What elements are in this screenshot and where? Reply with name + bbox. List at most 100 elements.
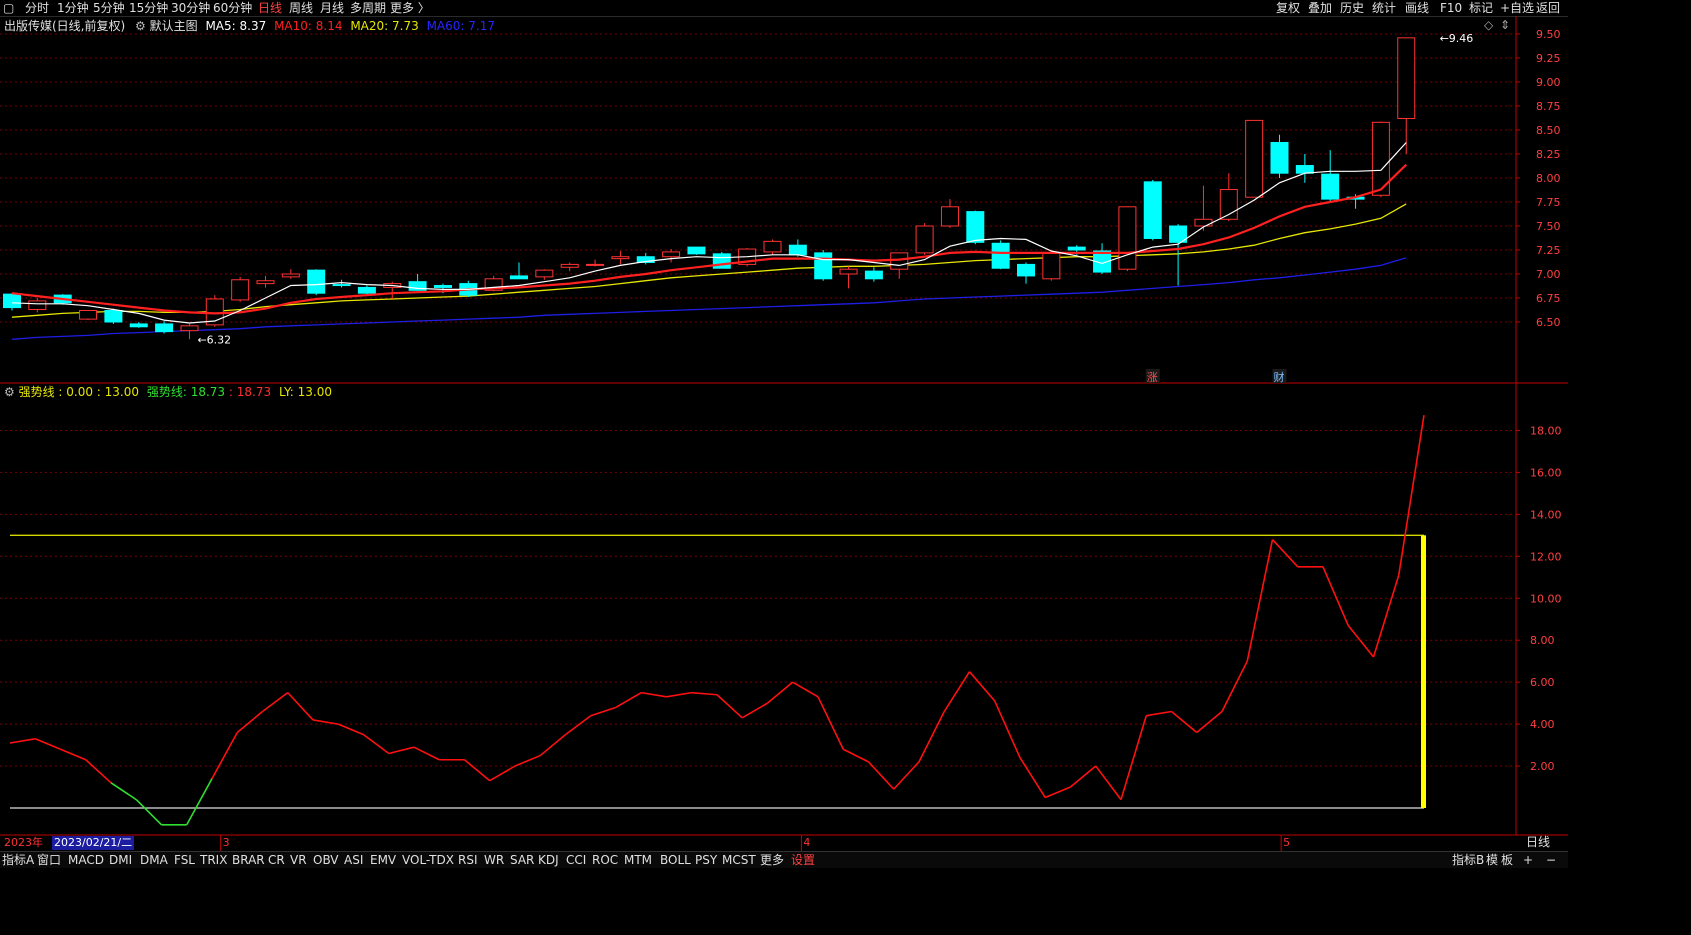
strength-seg-41 xyxy=(1044,786,1071,799)
strength-seg-52 xyxy=(1322,566,1349,626)
candle-body-47 xyxy=(1194,218,1213,227)
main-tick-label-0: 6.50 xyxy=(1536,316,1561,329)
month-label-0: 3 xyxy=(222,836,230,849)
indicator-tab-22[interactable]: PSY xyxy=(695,852,717,868)
indicator-tab-17[interactable]: KDJ xyxy=(538,852,559,868)
main-tick-label-1: 6.75 xyxy=(1536,292,1561,305)
board-tab[interactable]: 板 xyxy=(1501,852,1513,868)
indicator-tab-19[interactable]: ROC xyxy=(592,852,618,868)
indicator-b-tab[interactable]: 指标B xyxy=(1452,852,1484,868)
strength-seg-24 xyxy=(615,691,642,709)
kline-chart[interactable]: 6.50 6.75 7.00 7.25 7.50 7.75 8.00 8.25 8.50 8.75… xyxy=(0,0,1568,851)
strength-seg-15 xyxy=(388,746,415,755)
indicator-tab-1[interactable]: 窗口 xyxy=(37,852,61,868)
main-tick-label-10: 9.00 xyxy=(1536,76,1561,89)
indicator-tab-16[interactable]: SAR xyxy=(510,852,534,868)
indicator-tab-18[interactable]: CCI xyxy=(566,852,586,868)
strength-seg-13 xyxy=(337,723,364,736)
strength-seg-20 xyxy=(514,754,541,767)
indicator-tab-15[interactable]: WR xyxy=(484,852,504,868)
event-mark-0: 涨 xyxy=(1147,371,1158,384)
period-label: 日线 xyxy=(1526,835,1551,849)
candle-body-49 xyxy=(1245,119,1264,198)
main-tick-label-5: 7.75 xyxy=(1536,196,1561,209)
indicator-tab-23[interactable]: MCST xyxy=(722,852,756,868)
candle-body-0 xyxy=(3,293,21,309)
year-label: 2023年 xyxy=(4,836,43,849)
candle-body-10 xyxy=(256,280,275,285)
indicator-tab-13[interactable]: VOL-TDX xyxy=(402,852,454,868)
strength-seg-2 xyxy=(60,748,87,761)
candle-body-52 xyxy=(1321,173,1340,200)
indicator-tab-3[interactable]: DMI xyxy=(109,852,132,868)
indicator-tab-20[interactable]: MTM xyxy=(624,852,652,868)
strength-seg-54 xyxy=(1372,574,1400,658)
indicator-tab-24[interactable]: 更多 xyxy=(760,852,784,868)
strength-seg-11 xyxy=(287,692,314,721)
indicator-tab-25[interactable]: 设置 xyxy=(791,852,815,868)
strength-seg-48 xyxy=(1221,660,1248,712)
main-tick-label-4: 7.50 xyxy=(1536,220,1561,233)
zoom-out-button[interactable]: − xyxy=(1546,852,1556,868)
strength-seg-40 xyxy=(1019,757,1046,798)
strength-seg-25 xyxy=(641,691,667,698)
event-mark-1: 财 xyxy=(1274,370,1285,384)
candle-body-55 xyxy=(1397,37,1416,119)
main-tick-label-7: 8.25 xyxy=(1536,148,1561,161)
strength-seg-23 xyxy=(590,706,617,717)
candle-body-11 xyxy=(281,273,300,278)
indicator-tab-0[interactable]: 指标A xyxy=(2,852,34,868)
strength-seg-5 xyxy=(135,799,163,826)
month-label-1: 4 xyxy=(803,836,811,849)
candle-body-34 xyxy=(864,270,883,280)
strength-seg-18 xyxy=(463,759,491,782)
strength-seg-0 xyxy=(9,737,36,744)
indicator-tab-2[interactable]: MACD xyxy=(68,852,104,868)
indicator-tab-8[interactable]: CR xyxy=(268,852,285,868)
candle-body-14 xyxy=(357,286,376,294)
ma10-line xyxy=(11,163,1408,315)
ma5-line xyxy=(11,142,1407,324)
template-tab[interactable]: 模 xyxy=(1486,852,1498,868)
candle-body-27 xyxy=(687,246,706,255)
indicator-tab-5[interactable]: FSL xyxy=(174,852,195,868)
date-axis: 2023年 2023/02/21/二 3 4 5 日线 xyxy=(0,835,1568,851)
indicator-tab-14[interactable]: RSI xyxy=(458,852,478,868)
strength-seg-3 xyxy=(85,759,112,784)
candle-body-41 xyxy=(1042,252,1061,280)
main-tick-label-6: 8.00 xyxy=(1536,172,1561,185)
indicator-tab-4[interactable]: DMA xyxy=(140,852,168,868)
strength-seg-44 xyxy=(1120,715,1148,800)
indicator-tab-11[interactable]: ASI xyxy=(344,852,363,868)
strength-seg-39 xyxy=(994,700,1021,758)
strength-seg-14 xyxy=(363,733,390,755)
candle-body-36 xyxy=(915,225,934,254)
candle-body-26 xyxy=(662,251,681,258)
indicator-tab-7[interactable]: BRAR xyxy=(232,852,265,868)
candle-body-13 xyxy=(332,284,351,287)
indicator-tab-21[interactable]: BOLL xyxy=(660,852,691,868)
sub-tick-label-1: 4.00 xyxy=(1530,718,1555,731)
candle-body-17 xyxy=(433,285,452,288)
indicator-tab-12[interactable]: EMV xyxy=(370,852,396,868)
strength-seg-53 xyxy=(1347,625,1375,658)
indicator-tab-6[interactable]: TRIX xyxy=(200,852,227,868)
strength-seg-12 xyxy=(312,719,339,725)
main-tick-label-3: 7.25 xyxy=(1536,244,1561,257)
indicator-tab-9[interactable]: VR xyxy=(290,852,307,868)
candle-body-38 xyxy=(966,211,985,243)
indicator-tab-10[interactable]: OBV xyxy=(313,852,339,868)
sub-tick-label-5: 12.00 xyxy=(1530,550,1562,563)
strength-seg-43 xyxy=(1095,765,1122,801)
candle-body-6 xyxy=(155,323,174,333)
strength-seg-38 xyxy=(968,671,996,702)
strength-seg-47 xyxy=(1196,710,1223,734)
strength-seg-50 xyxy=(1271,538,1299,568)
strength-seg-1 xyxy=(34,738,61,751)
candle-body-40 xyxy=(1017,263,1035,277)
strength-seg-8 xyxy=(211,732,238,780)
zoom-in-button[interactable]: + xyxy=(1523,852,1533,868)
candle-body-42 xyxy=(1067,246,1086,251)
strength-seg-4 xyxy=(110,782,137,801)
strength-seg-28 xyxy=(716,694,743,719)
